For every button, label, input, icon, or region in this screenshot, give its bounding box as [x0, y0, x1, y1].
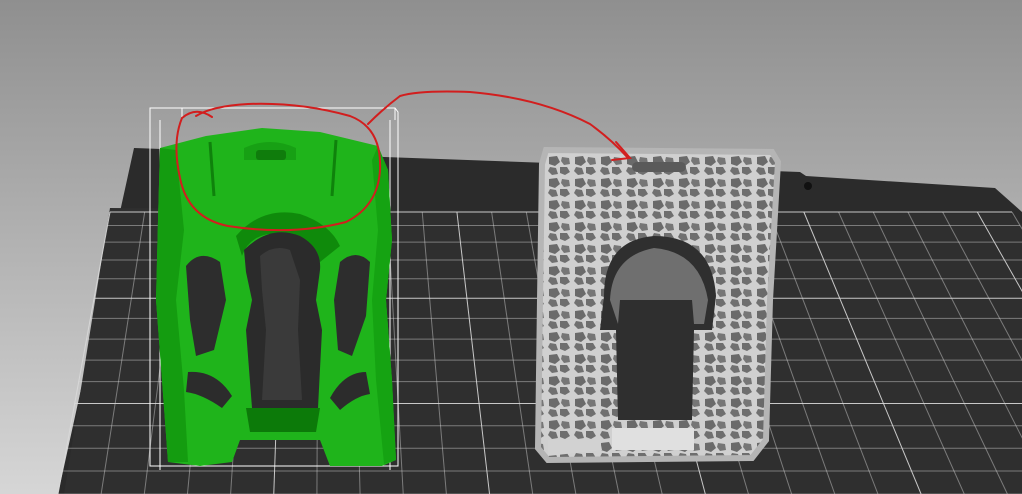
3d-viewport[interactable]	[0, 0, 1022, 494]
green-case-object[interactable]	[149, 107, 399, 470]
gray-voronoi-case-object[interactable]	[534, 146, 782, 464]
scene-canvas[interactable]	[0, 0, 1022, 494]
bed-mount-knob	[804, 182, 812, 190]
